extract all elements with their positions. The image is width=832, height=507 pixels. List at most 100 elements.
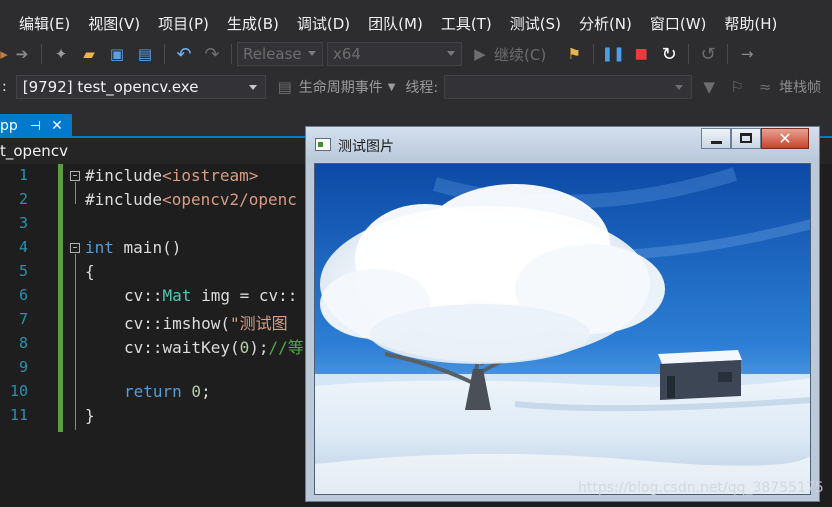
include-path: <iostream> — [162, 166, 259, 185]
code-line-5: { — [85, 262, 95, 281]
redo-icon[interactable]: ↷ — [201, 43, 223, 65]
cabin — [658, 350, 742, 400]
stop-icon[interactable]: ■ — [630, 43, 652, 65]
lifecycle-icon: ▤ — [277, 78, 292, 96]
code-line-8: cv::waitKey(0);//等 — [124, 334, 304, 358]
menu-help[interactable]: 帮助(H) — [715, 13, 786, 34]
menu-project[interactable]: 项目(P) — [149, 13, 218, 34]
menu-debug[interactable]: 调试(D) — [288, 13, 359, 34]
code-line-6: cv::Mat img = cv:: — [124, 286, 297, 305]
code-text: ; — [201, 382, 211, 401]
menu-bar: 编辑(E) 视图(V) 项目(P) 生成(B) 调试(D) 团队(M) 工具(T… — [0, 8, 832, 38]
collapse-threads-icon[interactable]: ≈ — [754, 76, 776, 98]
window-controls: ✕ — [701, 128, 809, 150]
tab-source-file[interactable]: pp ⊣ ✕ — [0, 114, 72, 138]
keyword: int — [85, 238, 114, 257]
displayed-image — [314, 163, 811, 495]
line-number: 9 — [18, 358, 28, 376]
menu-edit[interactable]: 编辑(E) — [10, 13, 79, 34]
menu-tools[interactable]: 工具(T) — [432, 13, 501, 34]
debug-location-bar: : [9792] test_opencv.exe ▤ 生命周期事件 ▼ 线程: … — [0, 70, 832, 104]
line-number: 4 — [18, 238, 28, 256]
flag-threads-icon[interactable]: ⚐ — [726, 76, 748, 98]
close-icon[interactable]: ✕ — [51, 118, 63, 134]
lifecycle-events-button[interactable]: 生命周期事件 — [299, 77, 383, 97]
process-value: [9792] test_opencv.exe — [22, 78, 199, 96]
menu-test[interactable]: 测试(S) — [501, 13, 570, 34]
chevron-down-icon: ▼ — [387, 81, 396, 93]
new-project-icon[interactable]: ✦ — [50, 43, 72, 65]
code-line-10: return 0; — [124, 382, 211, 401]
project-scope-select[interactable]: t_opencv — [0, 142, 68, 160]
menu-analyze[interactable]: 分析(N) — [570, 13, 641, 34]
maximize-icon — [740, 133, 752, 143]
directive: #include — [85, 190, 163, 209]
refresh-icon[interactable]: ↺ — [697, 43, 719, 65]
chevron-down-icon — [675, 85, 684, 90]
line-number: 6 — [18, 286, 28, 304]
fold-guide — [75, 254, 76, 430]
platform-select[interactable]: x64 — [327, 42, 462, 66]
pin-icon[interactable]: ⊣ — [30, 119, 41, 134]
code-line-1: #include<iostream> — [85, 166, 258, 185]
forward-icon[interactable]: ➔ — [11, 43, 33, 65]
number-literal: 0 — [181, 382, 202, 401]
code-text: cv:: — [124, 286, 163, 305]
change-tracking-bar — [58, 164, 63, 432]
code-text: ); — [249, 338, 269, 357]
menu-view[interactable]: 视图(V) — [79, 13, 149, 34]
back-icon[interactable]: ▸ — [0, 43, 8, 65]
platform-value: x64 — [333, 45, 361, 63]
save-icon[interactable]: ▣ — [106, 43, 128, 65]
open-folder-icon[interactable]: ▰ — [78, 43, 100, 65]
line-number: 5 — [18, 262, 28, 280]
play-icon[interactable]: ▶ — [469, 43, 491, 65]
code-text: cv::waitKey( — [124, 338, 240, 357]
save-all-icon[interactable]: ▤ — [134, 43, 156, 65]
window-title-strip — [0, 0, 832, 8]
snow-tree-photo — [315, 164, 810, 494]
filter-icon[interactable]: ▼ — [698, 76, 720, 98]
directive: #include — [85, 166, 163, 185]
standard-toolbar: ▸ ➔ ✦ ▰ ▣ ▤ ↶ ↷ Release x64 ▶ 继续(C) ⚑ ❚❚… — [0, 38, 832, 70]
fold-guide — [75, 182, 76, 204]
tab-label: pp — [0, 118, 18, 134]
code-line-4: int main() — [85, 238, 181, 257]
comment: //等 — [268, 338, 304, 357]
chevron-down-icon — [447, 51, 455, 56]
pause-icon[interactable]: ❚❚ — [601, 43, 624, 65]
restart-icon[interactable]: ↻ — [658, 43, 680, 65]
code-text: } — [85, 406, 95, 425]
line-number: 8 — [18, 334, 28, 352]
process-select[interactable]: [9792] test_opencv.exe — [15, 75, 266, 99]
code-line-2: #include<opencv2/openc — [85, 190, 297, 209]
close-icon: ✕ — [778, 129, 792, 148]
maximize-button[interactable] — [731, 128, 761, 149]
image-window-titlebar[interactable]: 测试图片 ✕ — [306, 127, 819, 161]
minimize-icon — [711, 141, 722, 144]
process-label: : — [2, 79, 7, 95]
image-window-title: 测试图片 — [338, 139, 394, 155]
configuration-value: Release — [243, 45, 302, 63]
configuration-select[interactable]: Release — [237, 42, 323, 66]
chevron-down-icon — [248, 85, 257, 90]
line-number: 1 — [18, 166, 28, 184]
attach-process-icon[interactable]: ⚑ — [563, 43, 585, 65]
collapse-region-icon[interactable] — [70, 171, 80, 181]
minimize-button[interactable] — [701, 128, 731, 149]
continue-button[interactable]: 继续(C) — [494, 44, 546, 65]
image-window[interactable]: 测试图片 ✕ — [305, 126, 820, 502]
menu-build[interactable]: 生成(B) — [218, 13, 288, 34]
collapse-region-icon[interactable] — [70, 243, 80, 253]
thread-label: 线程: — [405, 80, 439, 96]
menu-team[interactable]: 团队(M) — [359, 13, 432, 34]
code-text: img = cv:: — [191, 286, 298, 305]
thread-select[interactable] — [444, 75, 693, 99]
undo-icon[interactable]: ↶ — [173, 43, 195, 65]
stack-frame-label: 堆栈帧 — [779, 80, 822, 96]
step-arrow-icon[interactable]: → — [736, 43, 758, 65]
close-button[interactable]: ✕ — [761, 128, 809, 149]
line-number: 3 — [18, 214, 28, 232]
menu-window[interactable]: 窗口(W) — [641, 13, 716, 34]
line-number: 2 — [18, 190, 28, 208]
